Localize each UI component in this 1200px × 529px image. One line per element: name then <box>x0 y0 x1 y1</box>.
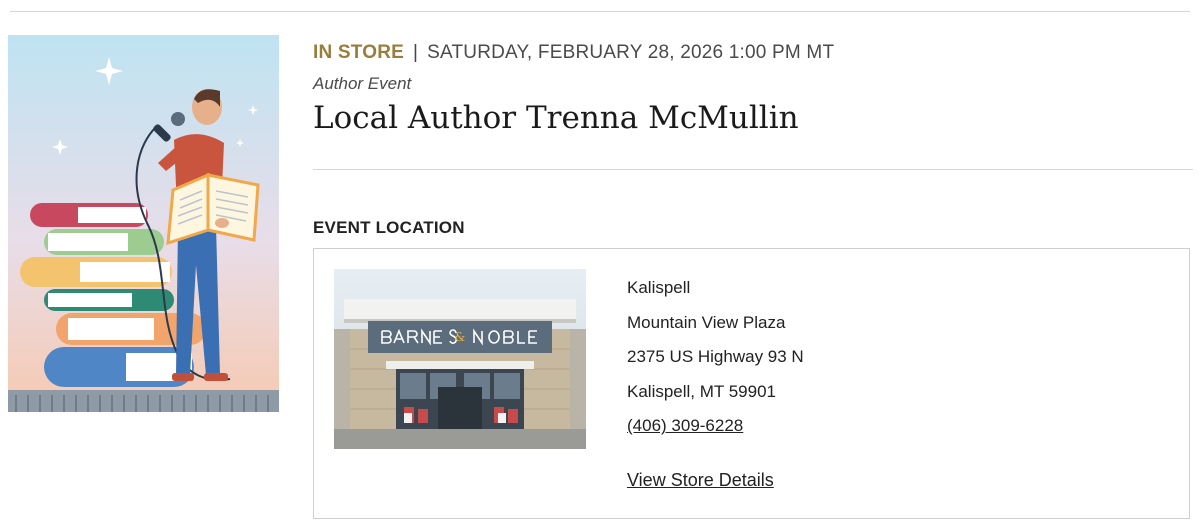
store-address: Kalispell Mountain View Plaza 2375 US Hi… <box>627 275 804 448</box>
location-card: & Kalispell Mountain View Plaza 2375 US … <box>313 248 1190 519</box>
store-photo: & <box>334 269 586 449</box>
meta-separator: | <box>413 42 419 63</box>
store-name: Kalispell <box>627 278 691 297</box>
svg-text:&: & <box>455 330 466 344</box>
event-title: Local Author Trenna McMullin <box>313 100 799 136</box>
event-illustration <box>8 35 279 412</box>
event-location-heading: EVENT LOCATION <box>313 218 465 237</box>
store-plaza: Mountain View Plaza <box>627 312 786 332</box>
store-city-state-zip: Kalispell, MT 59901 <box>627 381 776 401</box>
view-store-details-link[interactable]: View Store Details <box>627 470 774 491</box>
store-tag: IN STORE <box>313 42 404 63</box>
event-meta: IN STORE | SATURDAY, FEBRUARY 28, 2026 1:0… <box>313 40 1193 66</box>
event-category: Author Event <box>313 74 412 93</box>
store-phone-link[interactable]: (406) 309-6228 <box>627 416 743 435</box>
top-divider <box>10 11 1190 12</box>
section-divider <box>313 169 1193 170</box>
store-street: 2375 US Highway 93 N <box>627 347 804 367</box>
event-datetime: SATURDAY, FEBRUARY 28, 2026 1:00 PM MT <box>427 42 835 63</box>
event-header: IN STORE | SATURDAY, FEBRUARY 28, 2026 1:0… <box>313 40 1193 138</box>
